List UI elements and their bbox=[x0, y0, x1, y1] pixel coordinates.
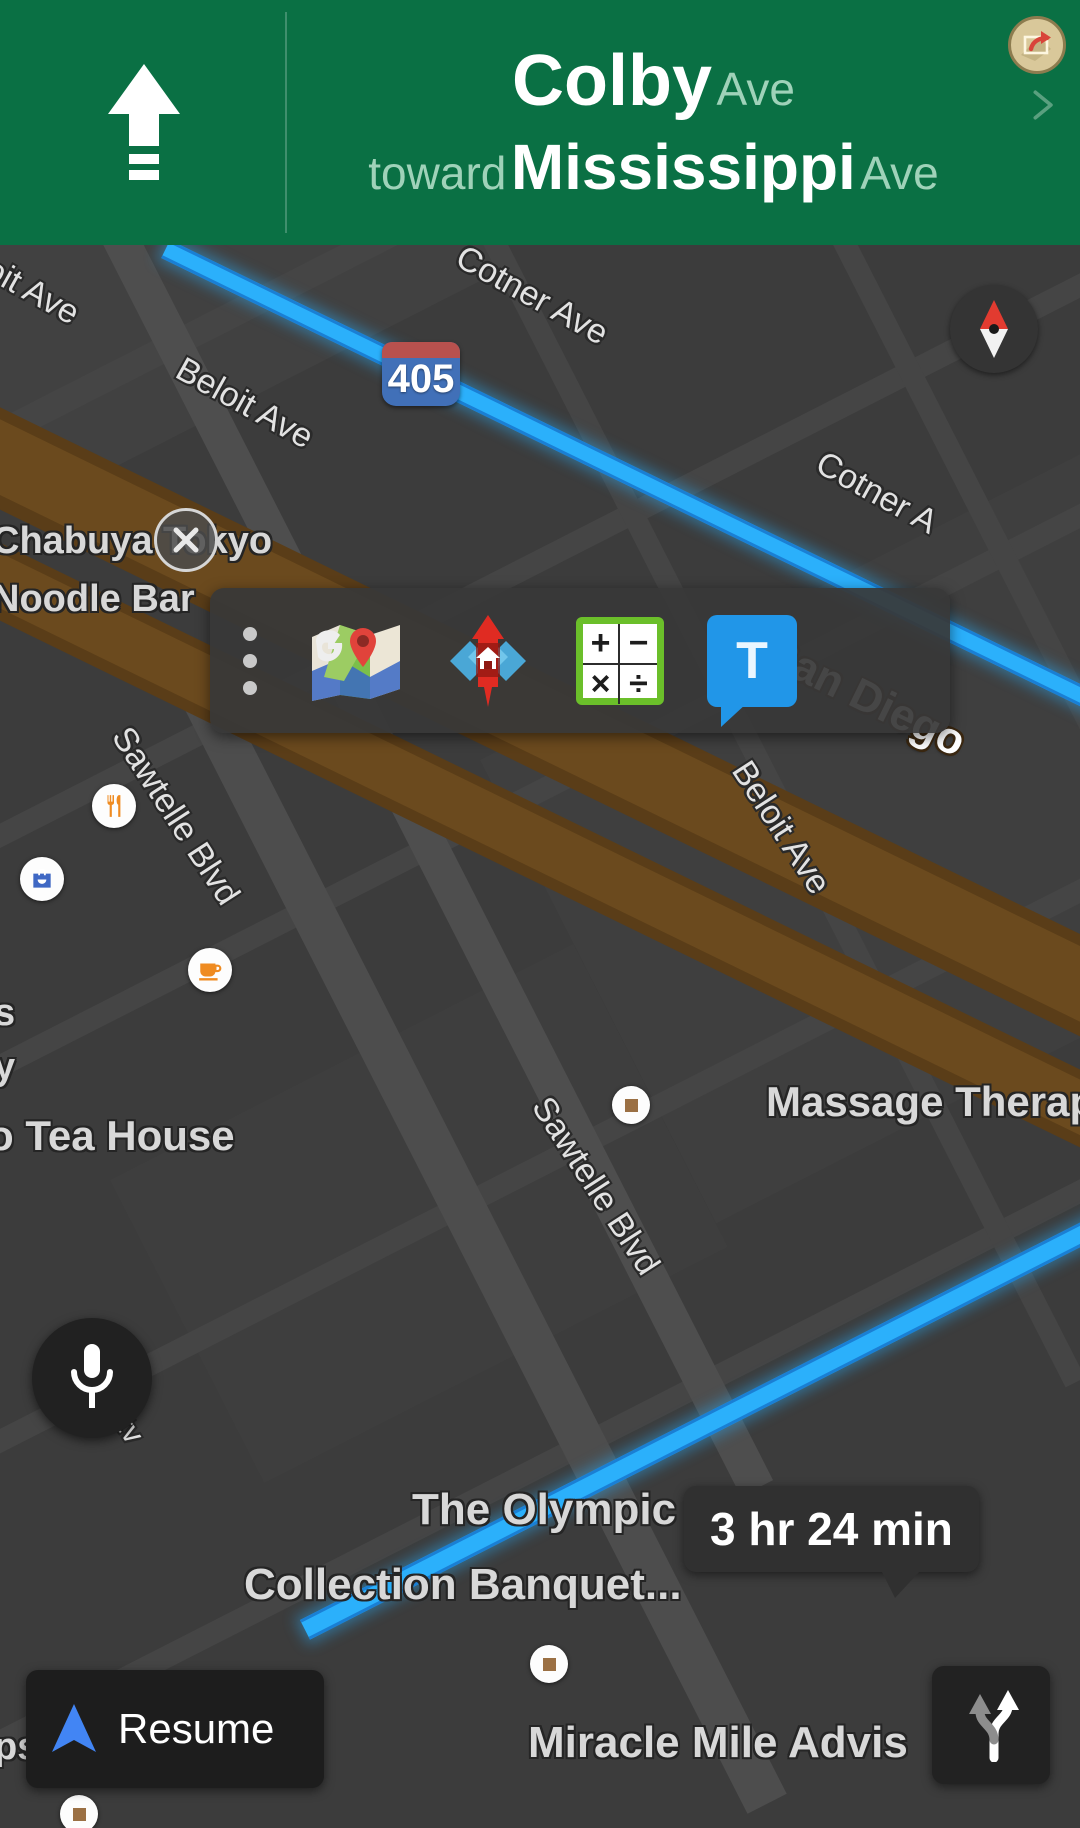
navigation-arrow-icon bbox=[52, 1704, 96, 1752]
floating-app-toolbar[interactable]: + − × ÷ T bbox=[154, 508, 950, 733]
place-label: Noodle Bar bbox=[0, 578, 195, 620]
compass-icon bbox=[980, 300, 1008, 358]
instruction-line-2: toward Mississippi Ave bbox=[368, 130, 939, 203]
maneuver-column bbox=[0, 0, 287, 245]
square-poi-icon bbox=[624, 1098, 638, 1112]
place-label: The Olympic bbox=[412, 1485, 677, 1534]
shield-number: 405 bbox=[387, 357, 455, 401]
alternate-routes-button[interactable] bbox=[932, 1666, 1050, 1784]
square-poi-icon bbox=[542, 1657, 556, 1671]
calc-key-plus: + bbox=[583, 623, 620, 665]
calc-key-minus: − bbox=[620, 624, 657, 665]
resume-navigation-button[interactable]: Resume bbox=[26, 1670, 324, 1788]
resume-label: Resume bbox=[118, 1705, 275, 1752]
close-icon bbox=[173, 527, 199, 553]
place-label: y bbox=[0, 1046, 16, 1088]
home-arrow-icon bbox=[450, 614, 526, 707]
restaurant-icon bbox=[107, 795, 121, 817]
street-label: Cotner A bbox=[809, 444, 944, 542]
toward-prefix: toward bbox=[368, 146, 507, 199]
street-suffix: Ave bbox=[716, 63, 795, 116]
place-label: o Tea House bbox=[0, 1112, 235, 1159]
restaurant-poi[interactable] bbox=[92, 784, 136, 828]
highway-shield-405: 405 bbox=[382, 342, 460, 406]
place-label: Massage Therapy C bbox=[766, 1078, 1080, 1125]
store-poi[interactable] bbox=[20, 857, 64, 901]
calculator-icon: + − × ÷ bbox=[576, 616, 664, 705]
navigation-header[interactable]: Colby Ave toward Mississippi Ave bbox=[0, 0, 1080, 245]
calc-key-multiply: × bbox=[583, 664, 620, 704]
instruction-column: Colby Ave toward Mississippi Ave bbox=[287, 0, 1080, 245]
shopping-bag-icon bbox=[33, 868, 51, 888]
text-bubble-icon: T bbox=[707, 614, 797, 727]
share-arrow-icon bbox=[1021, 31, 1051, 61]
app-calculator-button[interactable]: + − × ÷ bbox=[566, 613, 674, 709]
alternate-routes-icon bbox=[969, 1690, 1019, 1762]
shield-top-band bbox=[382, 342, 460, 358]
instruction-line-1: Colby Ave bbox=[512, 41, 795, 122]
calc-key-divide: ÷ bbox=[629, 664, 648, 703]
google-maps-icon bbox=[312, 624, 400, 701]
screenshot-share-icon[interactable] bbox=[1008, 16, 1066, 74]
place-label: Miracle Mile Advis bbox=[528, 1718, 908, 1767]
square-poi-icon bbox=[72, 1807, 86, 1821]
microphone-icon bbox=[71, 1344, 113, 1408]
place-label: Chabuya Tokyo bbox=[0, 520, 273, 562]
drag-handle-dots-icon bbox=[243, 626, 257, 641]
eta-text: 3 hr 24 min bbox=[710, 1503, 953, 1555]
toward-street-name: Mississippi bbox=[510, 130, 856, 203]
app-google-maps-button[interactable] bbox=[302, 613, 410, 709]
toolbar-drag-handle[interactable] bbox=[210, 588, 290, 733]
straight-arrow-icon bbox=[107, 63, 180, 180]
text-bubble-glyph: T bbox=[736, 631, 768, 690]
drag-handle-dots-icon bbox=[243, 680, 257, 695]
toolbar-close-button[interactable] bbox=[154, 508, 218, 572]
eta-badge: 3 hr 24 min bbox=[684, 1486, 979, 1598]
toward-street-suffix: Ave bbox=[860, 146, 939, 199]
compass-button[interactable] bbox=[950, 285, 1038, 373]
app-text-bubble-button[interactable]: T bbox=[698, 613, 806, 727]
cafe-poi[interactable] bbox=[188, 948, 232, 992]
cafe-icon bbox=[199, 963, 222, 981]
app-home-button[interactable] bbox=[434, 613, 542, 709]
place-label: s bbox=[0, 992, 16, 1034]
chevron-right-icon[interactable] bbox=[1024, 88, 1058, 122]
place-poi[interactable] bbox=[612, 1086, 650, 1124]
place-label: Collection Banquet... bbox=[244, 1560, 682, 1609]
drag-handle-dots-icon bbox=[243, 653, 257, 668]
place-poi[interactable] bbox=[530, 1645, 568, 1683]
street-name: Colby bbox=[512, 41, 713, 122]
voice-search-button[interactable] bbox=[32, 1318, 152, 1438]
navigation-screen: Beloit Ave Cotner Ave Pontiu Beloit Ave … bbox=[0, 0, 1080, 1828]
place-poi[interactable] bbox=[60, 1795, 98, 1828]
